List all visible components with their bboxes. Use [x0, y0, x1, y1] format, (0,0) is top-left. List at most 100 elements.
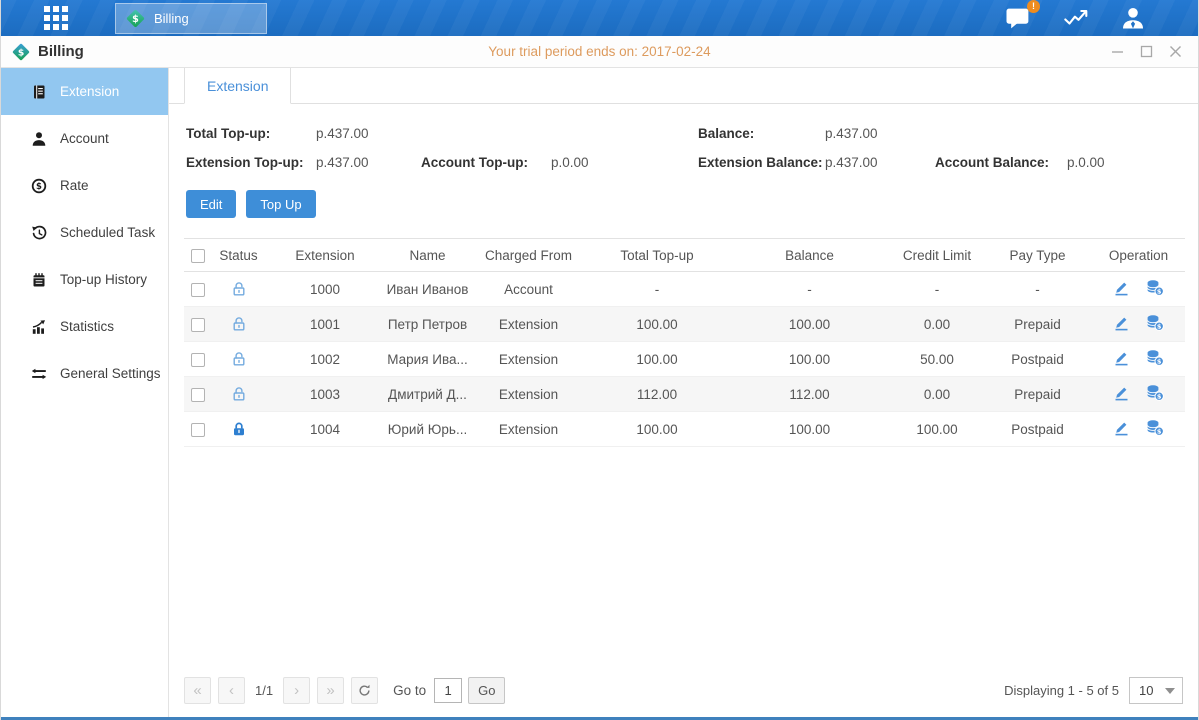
tab-extension[interactable]: Extension	[184, 68, 291, 104]
topup-row-button[interactable]: $	[1146, 349, 1164, 366]
cell-operations: $	[1113, 314, 1164, 331]
cell-name: Мария Ива...	[384, 342, 471, 377]
cell-name: Иван Иванов	[384, 272, 471, 307]
minimize-button[interactable]	[1111, 45, 1124, 58]
cell-charged-from: Extension	[471, 342, 586, 377]
last-page-button[interactable]: »	[317, 677, 344, 704]
tab-baseline	[169, 103, 1198, 104]
cell-total-topup: 100.00	[586, 307, 728, 342]
top-up-button[interactable]: Top Up	[246, 190, 315, 218]
table-row[interactable]: 1001 Петр Петров Extension 100.00 100.00…	[184, 307, 1185, 342]
sidebar-item-label: Top-up History	[60, 272, 147, 287]
refresh-icon	[358, 684, 371, 697]
sidebar-item-label: Scheduled Task	[60, 225, 155, 240]
svg-text:$: $	[18, 47, 24, 58]
sidebar-item-general-settings[interactable]: General Settings	[1, 350, 168, 397]
account-balance-value: p.0.00	[1067, 155, 1183, 170]
sidebar-item-statistics[interactable]: Statistics	[1, 303, 168, 350]
cell-total-topup: 100.00	[586, 342, 728, 377]
resource-monitor-button[interactable]	[1063, 7, 1090, 29]
user-menu-button[interactable]	[1120, 6, 1146, 30]
sidebar-item-scheduled-task[interactable]: Scheduled Task	[1, 209, 168, 256]
row-checkbox[interactable]	[191, 423, 205, 437]
col-name: Name	[384, 239, 471, 272]
cell-extension: 1000	[266, 272, 384, 307]
table-row[interactable]: 1003 Дмитрий Д... Extension 112.00 112.0…	[184, 377, 1185, 412]
cell-extension: 1003	[266, 377, 384, 412]
go-button[interactable]: Go	[468, 677, 505, 704]
transfer-arrows-icon	[31, 366, 47, 382]
lock-open-icon	[231, 386, 247, 401]
notebook-icon	[31, 272, 47, 288]
action-buttons: Edit Top Up	[186, 190, 1198, 218]
edit-row-button[interactable]	[1113, 384, 1130, 401]
displaying-text: Displaying 1 - 5 of 5	[1004, 683, 1119, 698]
row-checkbox[interactable]	[191, 353, 205, 367]
topup-row-button[interactable]: $	[1146, 279, 1164, 296]
row-checkbox[interactable]	[191, 318, 205, 332]
pencil-icon	[1113, 279, 1130, 296]
topup-row-button[interactable]: $	[1146, 314, 1164, 331]
extension-table: Status Extension Name Charged From Total…	[184, 238, 1185, 447]
edit-row-button[interactable]	[1113, 419, 1130, 436]
pagination-right: Displaying 1 - 5 of 5 10	[1004, 677, 1183, 704]
select-all-checkbox[interactable]	[191, 249, 205, 263]
cell-total-topup: 100.00	[586, 412, 728, 447]
user-icon	[1120, 6, 1146, 30]
edit-row-button[interactable]	[1113, 349, 1130, 366]
edit-row-button[interactable]	[1113, 279, 1130, 296]
refresh-button[interactable]	[351, 677, 378, 704]
sidebar-item-label: Statistics	[60, 319, 114, 334]
cell-total-topup: -	[586, 272, 728, 307]
trial-notice: Your trial period ends on: 2017-02-24	[1, 44, 1198, 59]
billing-dollar-icon: $	[11, 42, 31, 62]
sidebar: Extension Account $ Rate	[1, 68, 169, 717]
edit-button[interactable]: Edit	[186, 190, 236, 218]
cell-operations: $	[1113, 419, 1164, 436]
topup-row-button[interactable]: $	[1146, 419, 1164, 436]
history-clock-icon	[31, 225, 47, 241]
taskbar-tab-billing[interactable]: $ Billing	[115, 3, 267, 34]
chevron-down-icon	[1165, 688, 1175, 694]
cell-charged-from: Extension	[471, 412, 586, 447]
sidebar-item-extension[interactable]: Extension	[1, 68, 168, 115]
cell-credit-limit: 50.00	[891, 342, 983, 377]
table-row[interactable]: 1002 Мария Ива... Extension 100.00 100.0…	[184, 342, 1185, 377]
lock-open-icon	[231, 281, 247, 296]
row-checkbox[interactable]	[191, 388, 205, 402]
table-row[interactable]: 1000 Иван Иванов Account - - - - $	[184, 272, 1185, 307]
svg-text:$: $	[36, 182, 42, 192]
prev-page-button[interactable]: ‹	[218, 677, 245, 704]
lock-open-icon	[231, 351, 247, 366]
balance-summary: Total Top-up: p.437.00 Balance: p.437.00…	[186, 126, 1183, 170]
cell-extension: 1004	[266, 412, 384, 447]
app-menu-button[interactable]	[39, 4, 73, 32]
maximize-button[interactable]	[1140, 45, 1153, 58]
goto-label: Go to	[393, 683, 426, 698]
close-button[interactable]	[1169, 45, 1182, 58]
goto-page-input[interactable]	[434, 678, 462, 703]
notification-badge: !	[1027, 0, 1040, 13]
sidebar-item-rate[interactable]: $ Rate	[1, 162, 168, 209]
table-row[interactable]: 1004 Юрий Юрь... Extension 100.00 100.00…	[184, 412, 1185, 447]
cell-charged-from: Extension	[471, 307, 586, 342]
cell-pay-type: Postpaid	[983, 342, 1092, 377]
cell-credit-limit: 100.00	[891, 412, 983, 447]
edit-row-button[interactable]	[1113, 314, 1130, 331]
lock-closed-icon	[231, 421, 247, 436]
window-title-text: Billing	[38, 43, 84, 60]
first-page-button[interactable]: «	[184, 677, 211, 704]
next-page-button[interactable]: ›	[283, 677, 310, 704]
row-checkbox[interactable]	[191, 283, 205, 297]
table-header-row: Status Extension Name Charged From Total…	[184, 239, 1185, 272]
coins-dollar-icon: $	[1146, 349, 1164, 366]
cell-pay-type: Prepaid	[983, 377, 1092, 412]
col-balance: Balance	[728, 239, 891, 272]
notifications-button[interactable]: !	[1005, 6, 1033, 31]
topup-row-button[interactable]: $	[1146, 384, 1164, 401]
sidebar-item-topup-history[interactable]: Top-up History	[1, 256, 168, 303]
sidebar-item-account[interactable]: Account	[1, 115, 168, 162]
page-size-select[interactable]: 10	[1129, 677, 1183, 704]
bar-chart-arrow-icon	[31, 319, 47, 335]
total-topup-label: Total Top-up:	[186, 126, 316, 141]
